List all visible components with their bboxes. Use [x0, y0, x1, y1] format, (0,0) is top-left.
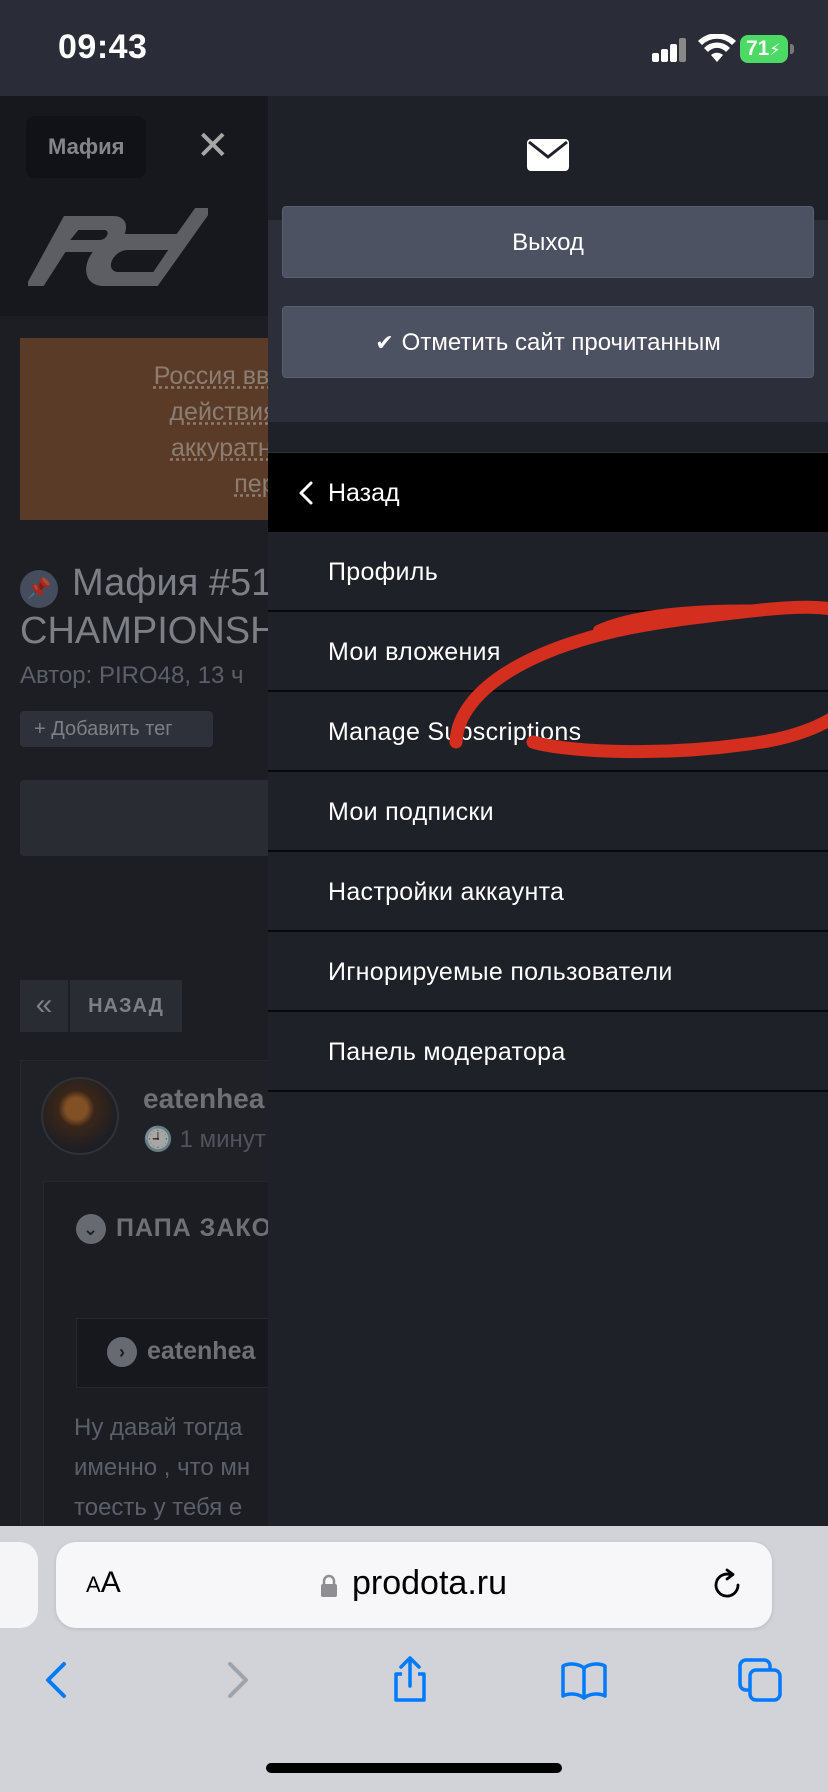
- reload-icon[interactable]: [710, 1568, 744, 1602]
- menu-item-ignored-users[interactable]: Игнорируемые пользователи: [268, 932, 828, 1012]
- post-time: 🕘 1 минут: [143, 1125, 266, 1154]
- post-text-line: тоесть у тебя е: [74, 1494, 243, 1521]
- quote-header[interactable]: ⌄ ПАПА ЗАКО: [76, 1214, 273, 1245]
- post-text: Ну давай тогда именно , что мн тоесть у …: [74, 1408, 250, 1526]
- thread-meta: Автор: PIRO48, 13 ч: [20, 662, 244, 689]
- mail-area: [268, 96, 828, 220]
- battery-cap: [790, 44, 794, 54]
- post-time-text: 1 минут: [179, 1126, 266, 1153]
- thread-title-line2: CHAMPIONSH: [20, 610, 278, 652]
- cellular-signal-icon: [652, 38, 688, 62]
- battery-level: 71: [746, 37, 770, 60]
- bookmarks-icon[interactable]: [560, 1656, 608, 1704]
- back-arrow-icon[interactable]: [34, 1656, 82, 1704]
- post-text-line: Ну давай тогда: [74, 1414, 243, 1441]
- home-indicator: [266, 1763, 562, 1773]
- mark-read-button[interactable]: ✔ Отметить сайт прочитанным: [282, 306, 814, 378]
- menu-item-manage-subscriptions[interactable]: Manage Subscriptions: [268, 692, 828, 772]
- menu-back-button[interactable]: Назад: [268, 452, 828, 532]
- first-page-icon[interactable]: «: [20, 980, 68, 1032]
- forum-tab[interactable]: Мафия: [26, 116, 147, 178]
- address-bar[interactable]: AA prodota.ru: [56, 1542, 772, 1628]
- chevron-down-icon: ⌄: [76, 1214, 106, 1245]
- mail-icon[interactable]: [527, 139, 569, 171]
- add-tag-button[interactable]: + Добавить тег: [20, 711, 213, 747]
- logout-button[interactable]: Выход: [282, 206, 814, 278]
- inner-quote-author: eatenhea: [147, 1337, 256, 1365]
- back-button[interactable]: НАЗАД: [70, 980, 182, 1032]
- post-text-line: именно , что мн: [74, 1454, 251, 1481]
- pin-icon: 📌: [20, 570, 58, 608]
- tabs-icon[interactable]: [736, 1656, 784, 1704]
- menu-item-moderator-panel[interactable]: Панель модератора: [268, 1012, 828, 1092]
- post-author[interactable]: eatenhea: [143, 1083, 264, 1115]
- menu-item-attachments[interactable]: Мои вложения: [268, 612, 828, 692]
- status-bar: 09:43 71⚡: [0, 0, 828, 96]
- browser-toolbar: AA prodota.ru: [0, 1526, 828, 1792]
- menu-item-my-subscriptions[interactable]: Мои подписки: [268, 772, 828, 852]
- chevron-right-icon: ›: [107, 1337, 137, 1368]
- url-text: prodota.ru: [352, 1564, 507, 1602]
- wifi-icon: [698, 34, 736, 62]
- mark-read-label: Отметить сайт прочитанным: [401, 329, 721, 356]
- menu-item-account-settings[interactable]: Настройки аккаунта: [268, 852, 828, 932]
- previous-tab-peek[interactable]: [0, 1542, 38, 1628]
- status-time: 09:43: [58, 28, 148, 66]
- inner-quote-header[interactable]: › eatenhea: [107, 1337, 256, 1368]
- menu-list: Профиль Мои вложения Manage Subscription…: [268, 532, 828, 1092]
- battery-icon: 71⚡: [740, 35, 788, 63]
- quote-header-text: ПАПА ЗАКО: [116, 1214, 273, 1242]
- avatar[interactable]: [41, 1077, 119, 1155]
- thread-title: Мафия #51: [72, 562, 273, 604]
- close-icon[interactable]: ✕: [196, 118, 230, 174]
- text-size-button[interactable]: AA: [86, 1566, 121, 1600]
- chevron-left-icon: [299, 481, 313, 505]
- user-menu-panel: Выход ✔ Отметить сайт прочитанным Назад П…: [268, 96, 828, 1526]
- site-logo[interactable]: [28, 206, 208, 296]
- clock-icon: 🕘: [143, 1126, 180, 1153]
- share-icon[interactable]: [386, 1656, 434, 1704]
- menu-item-profile[interactable]: Профиль: [268, 532, 828, 612]
- lock-icon: [321, 1574, 337, 1597]
- check-icon: ✔: [375, 330, 394, 355]
- forward-arrow-icon[interactable]: [212, 1656, 260, 1704]
- menu-back-label: Назад: [328, 479, 400, 507]
